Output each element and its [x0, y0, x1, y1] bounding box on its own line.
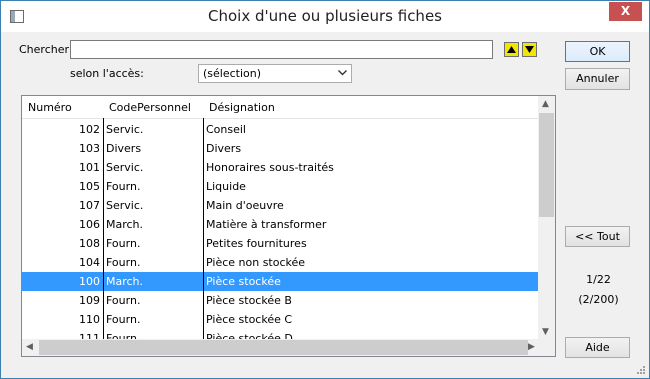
- cell-designation: Divers: [206, 142, 242, 155]
- window-title: Choix d'une ou plusieurs fiches: [208, 7, 442, 25]
- search-input[interactable]: [70, 40, 493, 59]
- cell-code-personnel: Servic.: [106, 123, 144, 136]
- cell-designation: Honoraires sous-traités: [206, 161, 334, 174]
- resize-grip-icon[interactable]: [637, 366, 645, 374]
- horizontal-scroll-thumb[interactable]: [39, 340, 528, 355]
- cell-numero: 100: [79, 275, 100, 288]
- dialog-window: Choix d'une ou plusieurs fiches X Cherch…: [0, 0, 650, 379]
- title-bar[interactable]: Choix d'une ou plusieurs fiches X: [1, 1, 649, 32]
- grid-header: Numéro CodePersonnel Désignation: [22, 96, 538, 119]
- table-row[interactable]: 103 Divers Divers: [22, 139, 538, 158]
- table-row[interactable]: 100 March. Pièce stockée: [22, 272, 538, 291]
- cell-numero: 104: [79, 256, 100, 269]
- records-grid[interactable]: Numéro CodePersonnel Désignation 102 Serv…: [21, 95, 556, 357]
- access-label: selon l'accès:: [70, 67, 144, 80]
- vertical-scroll-thumb[interactable]: [539, 113, 554, 217]
- cell-numero: 109: [79, 294, 100, 307]
- cell-code-personnel: March.: [106, 275, 144, 288]
- vertical-scrollbar[interactable]: ▲ ▼: [538, 96, 555, 340]
- cell-numero: 108: [79, 237, 100, 250]
- cell-code-personnel: Fourn.: [106, 294, 141, 307]
- arrow-up-icon: [507, 46, 516, 53]
- cell-designation: Main d'oeuvre: [206, 199, 284, 212]
- cell-numero: 103: [79, 142, 100, 155]
- cell-code-personnel: Fourn.: [106, 313, 141, 326]
- cell-designation: Conseil: [206, 123, 246, 136]
- search-label: Chercher: [19, 43, 70, 56]
- cell-numero: 110: [79, 313, 100, 326]
- arrow-down-icon: [525, 46, 534, 53]
- column-header-code-personnel[interactable]: CodePersonnel: [109, 101, 191, 114]
- cell-numero: 101: [79, 161, 100, 174]
- table-row[interactable]: 109 Fourn. Pièce stockée B: [22, 291, 538, 310]
- cell-code-personnel: Servic.: [106, 199, 144, 212]
- table-row[interactable]: 104 Fourn. Pièce non stockée: [22, 253, 538, 272]
- table-row[interactable]: 110 Fourn. Pièce stockée C: [22, 310, 538, 329]
- cell-numero: 106: [79, 218, 100, 231]
- horizontal-scrollbar[interactable]: ◀ ▶: [22, 339, 555, 356]
- ok-button[interactable]: OK: [565, 41, 630, 62]
- column-header-numero[interactable]: Numéro: [28, 101, 72, 114]
- cell-numero: 107: [79, 199, 100, 212]
- scroll-down-icon[interactable]: ▼: [542, 327, 549, 337]
- table-row[interactable]: 107 Servic. Main d'oeuvre: [22, 196, 538, 215]
- table-row[interactable]: 108 Fourn. Petites fournitures: [22, 234, 538, 253]
- scroll-up-icon[interactable]: ▲: [542, 99, 549, 109]
- scroll-left-icon[interactable]: ◀: [26, 342, 33, 352]
- table-row[interactable]: 102 Servic. Conseil: [22, 120, 538, 139]
- cell-code-personnel: Fourn.: [106, 256, 141, 269]
- cell-code-personnel: March.: [106, 218, 144, 231]
- cell-numero: 105: [79, 180, 100, 193]
- select-all-button[interactable]: << Tout: [565, 226, 630, 247]
- close-button[interactable]: X: [609, 2, 642, 21]
- scroll-right-icon[interactable]: ▶: [528, 342, 535, 352]
- cell-designation: Pièce stockée C: [206, 313, 293, 326]
- cancel-button[interactable]: Annuler: [565, 68, 630, 90]
- column-divider: [203, 118, 204, 348]
- record-position: 1/22: [586, 273, 611, 286]
- cell-designation: Liquide: [206, 180, 246, 193]
- table-row[interactable]: 105 Fourn. Liquide: [22, 177, 538, 196]
- cell-designation: Pièce non stockée: [206, 256, 306, 269]
- search-previous-button[interactable]: [504, 42, 519, 57]
- cell-code-personnel: Divers: [106, 142, 142, 155]
- column-header-designation[interactable]: Désignation: [209, 101, 275, 114]
- search-next-button[interactable]: [522, 42, 537, 57]
- table-row[interactable]: 106 March. Matière à transformer: [22, 215, 538, 234]
- chevron-down-icon: [338, 70, 347, 76]
- access-select[interactable]: (sélection): [198, 64, 352, 83]
- cell-designation: Pièce stockée B: [206, 294, 292, 307]
- access-select-value: (sélection): [203, 67, 262, 80]
- cell-code-personnel: Fourn.: [106, 237, 141, 250]
- cell-code-personnel: Servic.: [106, 161, 144, 174]
- record-count: (2/200): [578, 293, 619, 306]
- help-button[interactable]: Aide: [565, 337, 630, 358]
- cell-designation: Matière à transformer: [206, 218, 327, 231]
- cell-code-personnel: Fourn.: [106, 180, 141, 193]
- cell-designation: Pièce stockée: [206, 275, 281, 288]
- cell-numero: 102: [79, 123, 100, 136]
- column-divider: [103, 118, 104, 348]
- table-row[interactable]: 101 Servic. Honoraires sous-traités: [22, 158, 538, 177]
- cell-designation: Petites fournitures: [206, 237, 307, 250]
